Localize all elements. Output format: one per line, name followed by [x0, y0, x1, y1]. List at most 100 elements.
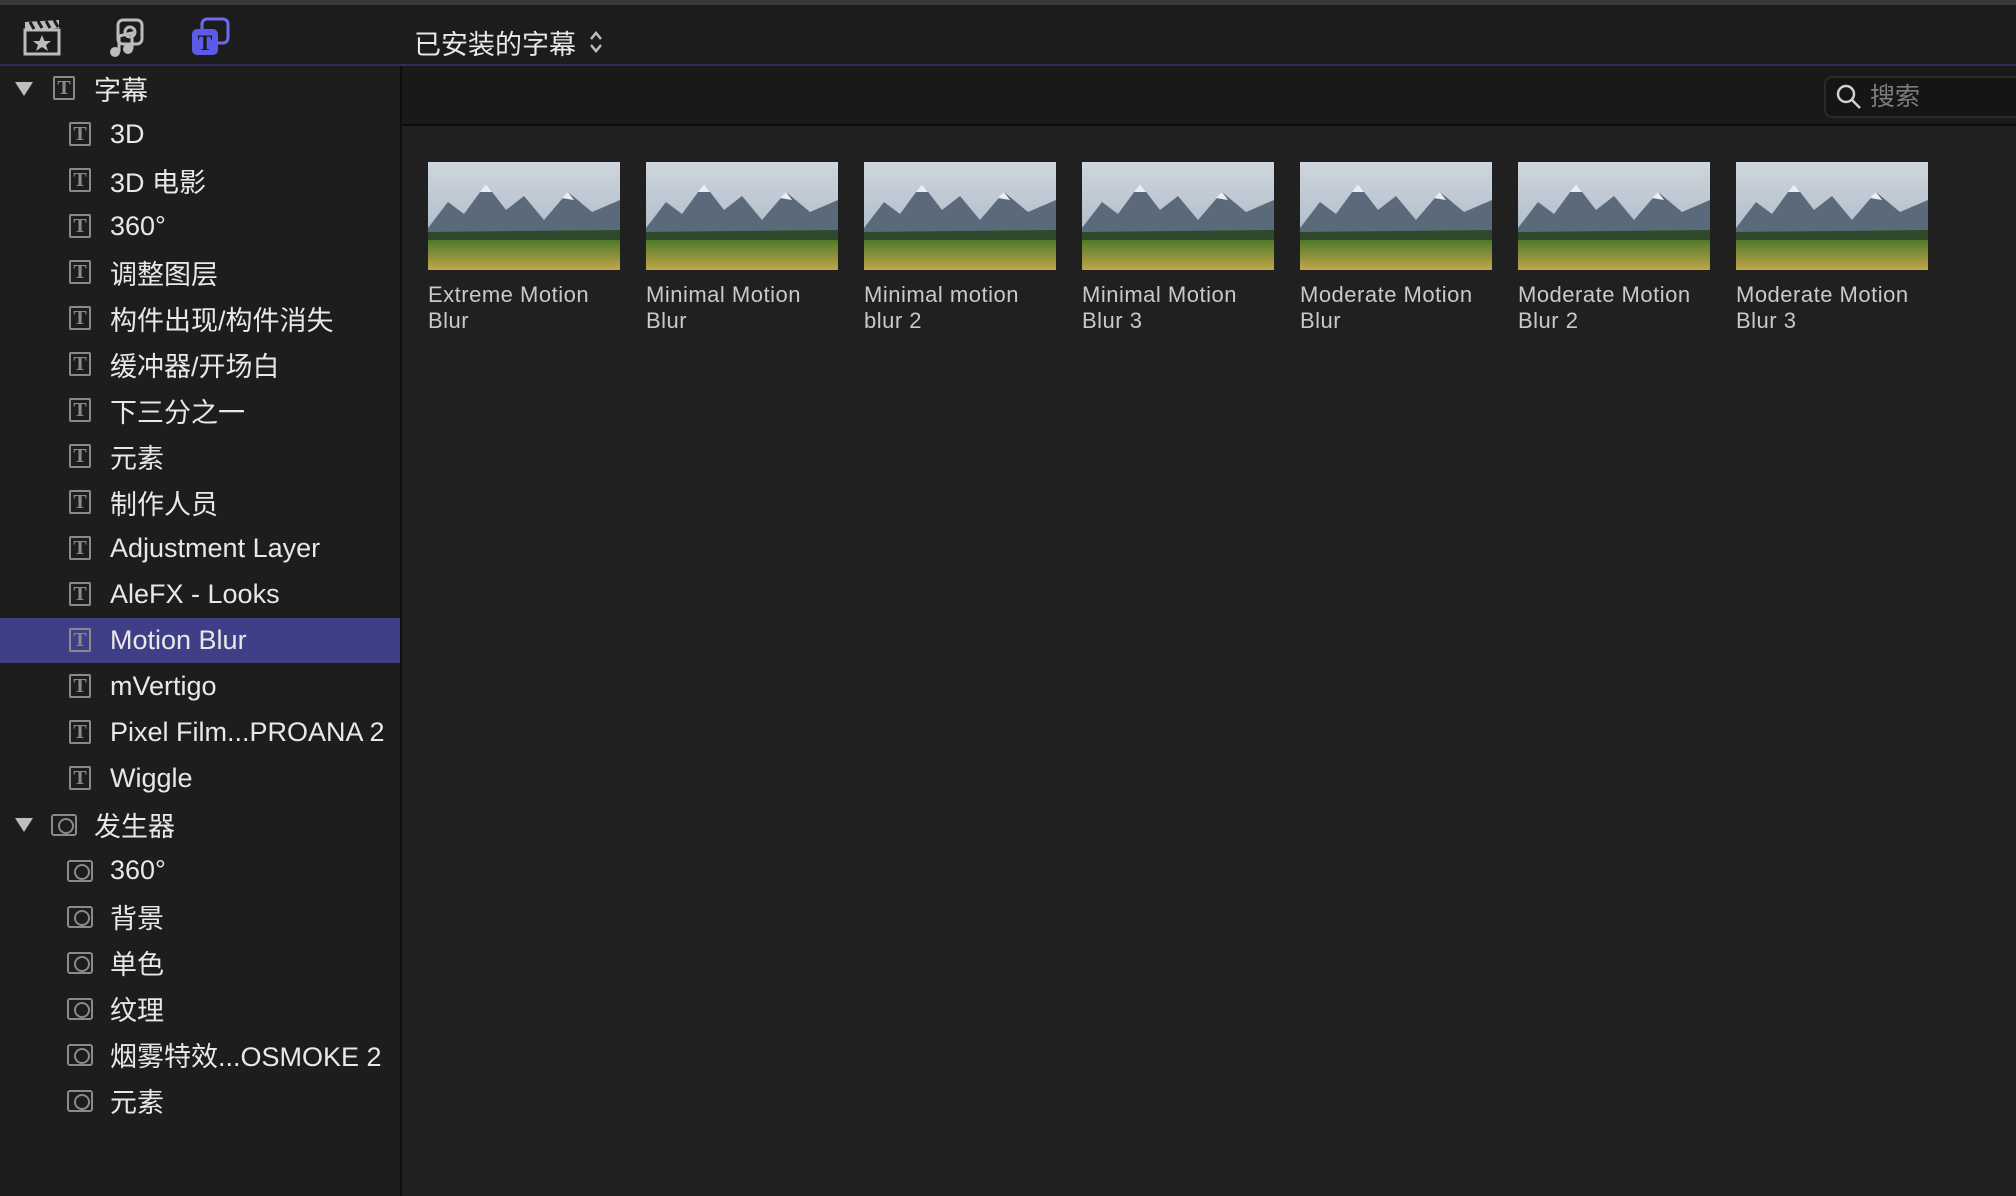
sidebar-item-label: 元素: [110, 1088, 164, 1118]
sidebar-item-label: 360°: [110, 855, 166, 885]
title-icon: T: [69, 490, 91, 514]
effect-label-line2: Blur: [646, 308, 688, 333]
landscape-thumbnail[interactable]: [1736, 162, 1928, 270]
search-icon: [1836, 84, 1861, 109]
effect-label: Extreme Motion Blur: [428, 282, 628, 334]
effect-label: Moderate Motion Blur 2: [1518, 282, 1718, 334]
sidebar-item-label: 烟雾特效...OSMOKE 2: [110, 1042, 382, 1072]
sidebar-section-generators[interactable]: 发生器: [0, 802, 400, 847]
browser-toolbar: T 已安装的字幕: [0, 5, 2016, 65]
sidebar-item[interactable]: 360°: [0, 848, 400, 893]
sidebar-item-label: 纹理: [110, 996, 164, 1026]
effect-label-line2: Blur 3: [1736, 308, 1797, 333]
sidebar-item[interactable]: TmVertigo: [0, 664, 400, 709]
title-icon: T: [53, 76, 75, 100]
effect-label-line2: Blur: [1300, 308, 1342, 333]
sidebar-item[interactable]: T Wiggle: [0, 756, 400, 801]
library-sidebar: T 字幕 T 3D T 3D 电影 T 360° T 调整图层 T 构件出现/构件消失 T 缓冲器/开场白…: [0, 66, 402, 1196]
effect-tile[interactable]: Minimal motion blur 2: [864, 162, 1058, 334]
effect-tile[interactable]: Moderate Motion Blur 2: [1518, 162, 1712, 334]
sidebar-item[interactable]: T AleFX - Looks: [0, 572, 400, 617]
disclosure-triangle-icon[interactable]: [15, 82, 33, 96]
sidebar-item[interactable]: T 调整图层: [0, 250, 400, 295]
installed-titles-popup[interactable]: 已安装的字幕: [414, 24, 604, 60]
effect-tile[interactable]: Minimal Motion Blur 3: [1082, 162, 1276, 334]
sidebar-item[interactable]: T 3D 电影: [0, 158, 400, 203]
generator-icon: [67, 1044, 93, 1066]
title-icon: T: [69, 444, 91, 468]
landscape-thumbnail[interactable]: [1082, 162, 1274, 270]
sidebar-item[interactable]: T 缓冲器/开场白: [0, 342, 400, 387]
sidebar-item-label: 调整图层: [110, 260, 218, 290]
title-icon: T: [69, 536, 91, 560]
sidebar-item-label: 缓冲器/开场白: [110, 352, 280, 382]
effect-tile[interactable]: Moderate Motion Blur: [1300, 162, 1494, 334]
generator-icon: [67, 1090, 93, 1112]
sidebar-item-label: Adjustment Layer: [110, 533, 321, 563]
svg-text:T: T: [198, 30, 213, 55]
effect-label: Minimal Motion Blur: [646, 282, 846, 334]
sidebar-item[interactable]: T 3D: [0, 112, 400, 157]
sidebar-item[interactable]: T Adjustment Layer: [0, 526, 400, 571]
sidebar-item[interactable]: T 元素: [0, 434, 400, 479]
search-field[interactable]: [1824, 76, 2016, 118]
effect-label-line2: Blur 3: [1082, 308, 1143, 333]
effect-label-line1: Minimal motion: [864, 282, 1019, 307]
titles-generators-icon[interactable]: T: [188, 16, 232, 60]
landscape-thumbnail[interactable]: [1300, 162, 1492, 270]
effect-label-line1: Minimal Motion: [646, 282, 801, 307]
effect-label-line2: blur 2: [864, 308, 923, 333]
effect-label: Moderate Motion Blur 3: [1736, 282, 1936, 334]
landscape-thumbnail[interactable]: [864, 162, 1056, 270]
effect-label: Minimal Motion Blur 3: [1082, 282, 1282, 334]
sidebar-section-titles[interactable]: T 字幕: [0, 66, 400, 111]
music-photo-icon[interactable]: [104, 16, 148, 60]
title-icon: T: [69, 168, 91, 192]
title-icon: T: [69, 122, 91, 146]
sidebar-item[interactable]: T Pixel Film...PROANA 2: [0, 710, 400, 755]
effect-tile[interactable]: Extreme Motion Blur: [428, 162, 622, 334]
up-down-chevron-icon: [590, 31, 602, 53]
effect-label-line2: Blur 2: [1518, 308, 1579, 333]
sidebar-item-label: Motion Blur: [110, 625, 247, 655]
sidebar-item[interactable]: T 下三分之一: [0, 388, 400, 433]
title-icon: T: [69, 582, 91, 606]
sidebar-item[interactable]: 元素: [0, 1078, 400, 1123]
search-input[interactable]: [1868, 81, 2012, 113]
effect-label-line1: Moderate Motion: [1300, 282, 1473, 307]
popup-label: 已安装的字幕: [414, 29, 576, 60]
title-icon: T: [69, 766, 91, 790]
sidebar-item[interactable]: 单色: [0, 940, 400, 985]
effect-label-line1: Minimal Motion: [1082, 282, 1237, 307]
landscape-thumbnail[interactable]: [646, 162, 838, 270]
sidebar-item-label: 360°: [110, 211, 166, 241]
sidebar-item-label: 背景: [110, 904, 164, 934]
clapboard-star-icon[interactable]: [20, 16, 64, 60]
effect-label: Moderate Motion Blur: [1300, 282, 1500, 334]
generator-icon: [67, 998, 93, 1020]
sidebar-item[interactable]: 烟雾特效...OSMOKE 2: [0, 1032, 400, 1077]
sidebar-item-label: Pixel Film...PROANA 2: [110, 717, 385, 747]
title-icon: T: [69, 260, 91, 284]
title-icon: T: [69, 720, 91, 744]
sidebar-item-label: Wiggle: [110, 763, 193, 793]
title-icon: T: [69, 628, 91, 652]
generator-icon: [51, 814, 77, 836]
sidebar-item[interactable]: T 构件出现/构件消失: [0, 296, 400, 341]
effect-tile[interactable]: Moderate Motion Blur 3: [1736, 162, 1930, 334]
generator-icon: [67, 906, 93, 928]
generator-icon: [67, 952, 93, 974]
sidebar-item[interactable]: T Motion Blur: [0, 618, 400, 663]
sidebar-item[interactable]: 纹理: [0, 986, 400, 1031]
landscape-thumbnail[interactable]: [1518, 162, 1710, 270]
sidebar-item-label: AleFX - Looks: [110, 579, 280, 609]
sidebar-item[interactable]: T 360°: [0, 204, 400, 249]
landscape-thumbnail[interactable]: [428, 162, 620, 270]
disclosure-triangle-icon[interactable]: [15, 818, 33, 832]
effect-label-line1: Moderate Motion: [1518, 282, 1691, 307]
browser-filter-bar: [402, 66, 2016, 126]
sidebar-item[interactable]: 背景: [0, 894, 400, 939]
generator-icon: [67, 860, 93, 882]
sidebar-item[interactable]: T 制作人员: [0, 480, 400, 525]
effect-tile[interactable]: Minimal Motion Blur: [646, 162, 840, 334]
